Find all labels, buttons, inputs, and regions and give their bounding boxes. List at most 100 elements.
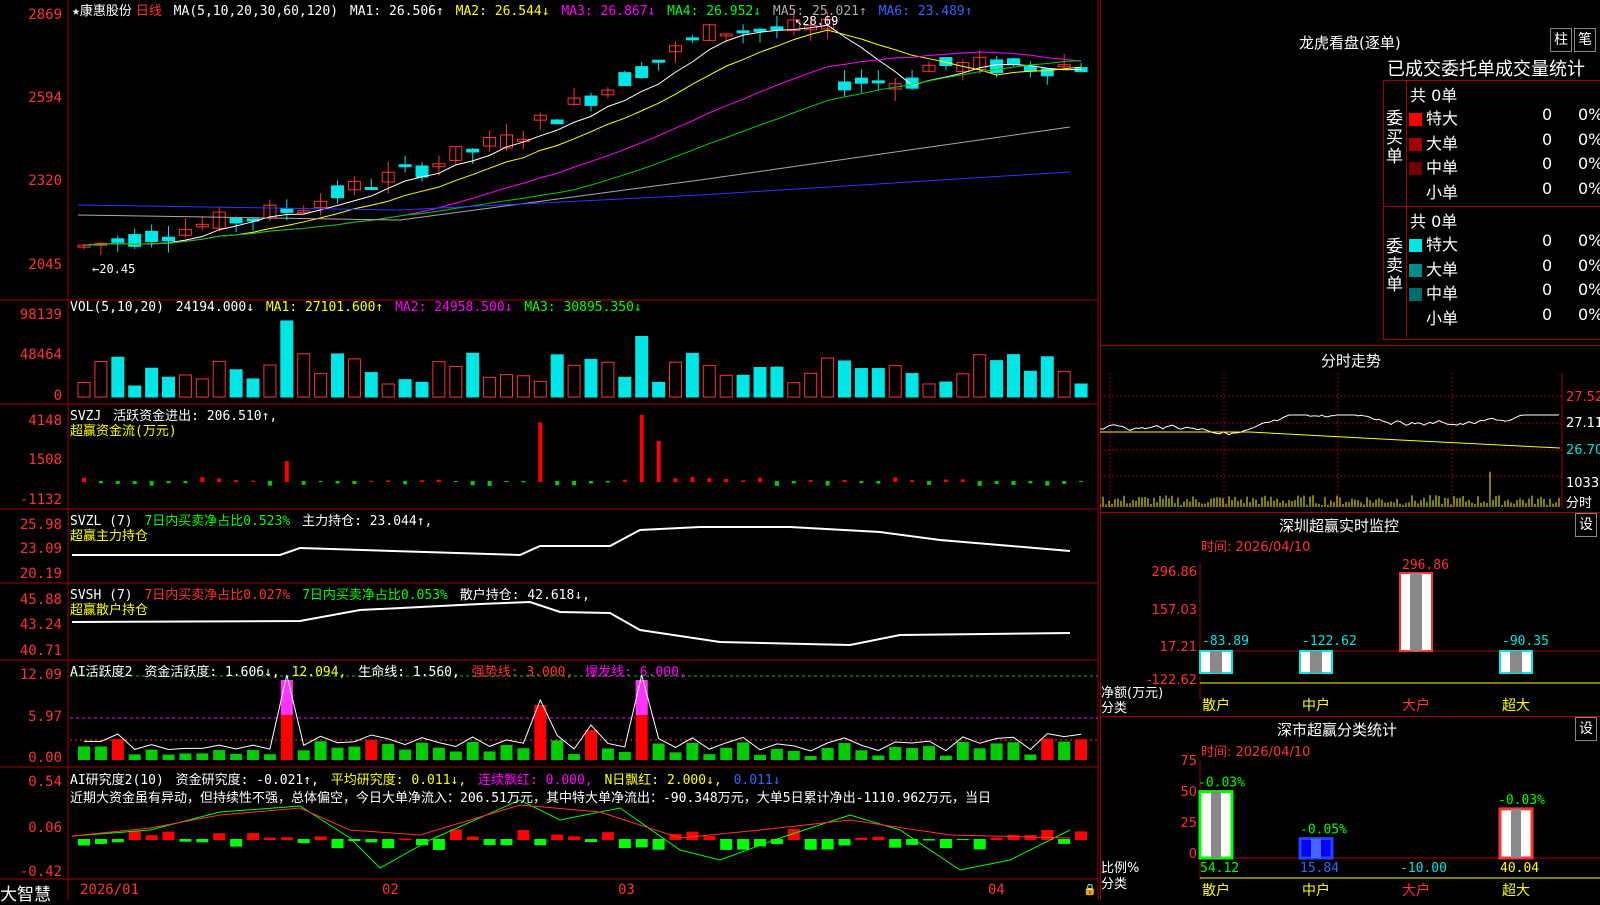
activity-bar [78,746,90,760]
legend-swatch [1409,313,1422,326]
activity-bar [331,747,344,760]
ai2-axis-2: -0.42 [19,864,62,880]
ma6-line [77,171,1071,211]
research-bar [230,839,243,847]
buy-row-name: 特大 [1426,109,1459,128]
candle-body [905,77,919,89]
activity-bar [128,754,141,760]
flow-bar [589,481,593,484]
ma3-value: MA3: 26.867↓ [561,4,656,19]
chart-canvas[interactable] [0,0,1100,900]
research-bar [568,836,581,840]
vol-axis-2: 0 [53,388,62,404]
activity-bar [720,747,733,760]
volume-bar [94,361,108,398]
sell-row-value: 0 [1542,231,1553,250]
research-bar [601,832,614,840]
research-line-red [71,804,1071,839]
flow-bar [251,480,255,482]
candle-body [854,77,868,84]
flow-bar [386,480,391,482]
activity-bar [923,746,935,760]
activity-bar [230,753,243,760]
svsh-axis-0: 45.88 [19,592,62,608]
flow-bar [876,481,881,484]
activity-bar [196,753,209,760]
research-bar [78,839,90,846]
ai1-t4: 强势线: 3.000, [471,665,574,680]
activity-bar [483,751,496,760]
volume-bar [787,382,801,398]
volume-bar [804,372,818,398]
candle-body [838,81,851,91]
flow-bar [284,461,289,482]
date-1: 02 [382,882,399,898]
volume-bar [567,364,581,398]
volume-bar [1074,383,1088,398]
svsh-sub: 超赢散户持仓 [70,603,149,618]
flow-bar [453,481,458,483]
buy-row-value: 0 [1542,129,1553,149]
classify-bar-shade [1511,808,1521,858]
flow-bar [132,481,137,485]
candle-body [584,95,598,106]
candle-body [398,164,412,168]
buy-row-pct: 0% [1578,129,1600,149]
flow-bar [808,480,813,482]
flow-bar [859,481,864,484]
flow-bar [758,477,762,482]
flow-bar [605,481,610,483]
activity-bar [551,740,564,760]
flow-bar [791,481,796,484]
research-bar [111,839,124,843]
activity-bar [601,748,614,760]
monitor-bar-value: -90.35 [1502,634,1549,649]
research-bar [838,839,851,846]
sell-row-pct: 0% [1578,304,1600,324]
ai2-t1: 资金研究度: -0.021↑, [175,773,319,788]
research-bar [94,839,107,844]
flow-bar [420,480,424,482]
svzl-t1: 7日内买卖净占比0.523% [144,514,291,529]
activity-bar [314,741,327,760]
flow-bar [825,481,830,486]
volume-bar [533,380,547,398]
volume-bar [618,376,632,398]
classify-value: 54.12 [1200,861,1239,876]
volume-bar [922,383,936,398]
flow-bar [741,480,746,482]
activity-bar [585,730,597,760]
research-bar [770,839,783,845]
candle-body [635,66,649,79]
ai1-header: AI活跃度2 资金活跃度: 1.606↓, 12.094, 生命线: 1.560… [70,661,691,680]
svzj-axis-1: 1508 [28,452,62,468]
vol-value: 24194.000↓ [175,300,255,315]
activity-bar [770,748,783,760]
brand-logo: 大智慧 [0,885,51,905]
ai1-t5: 爆发线: 6.000, [585,665,687,680]
flow-bar [301,481,306,485]
legend-swatch [1409,137,1422,151]
flow-bar [639,414,644,482]
ai1-axis-1: 5.97 [28,709,62,725]
lock-icon[interactable]: 🔒 [1083,883,1097,896]
legend-swatch [1409,263,1422,277]
sell-row-name: 大单 [1426,259,1459,279]
research-bar [365,839,378,843]
candle-body [652,59,666,63]
activity-bar [145,749,158,760]
research-bar [635,839,648,848]
activity-bar [939,755,952,760]
volume-bar [432,361,446,398]
flow-bar [369,480,374,482]
period-label[interactable]: 日线 [136,4,162,19]
research-bar [534,839,547,846]
activity-bar [990,743,1003,760]
activity-bar [1041,738,1054,760]
ai2-header: AI研究度2(10) 资金研究度: -0.021↑, 平均研究度: 0.011↓… [70,769,785,788]
volume-bar [381,383,395,398]
stock-name: ★康惠股份 [72,4,132,19]
flow-bar [1011,481,1016,486]
research-bar [1058,839,1071,844]
research-bar [399,838,412,840]
